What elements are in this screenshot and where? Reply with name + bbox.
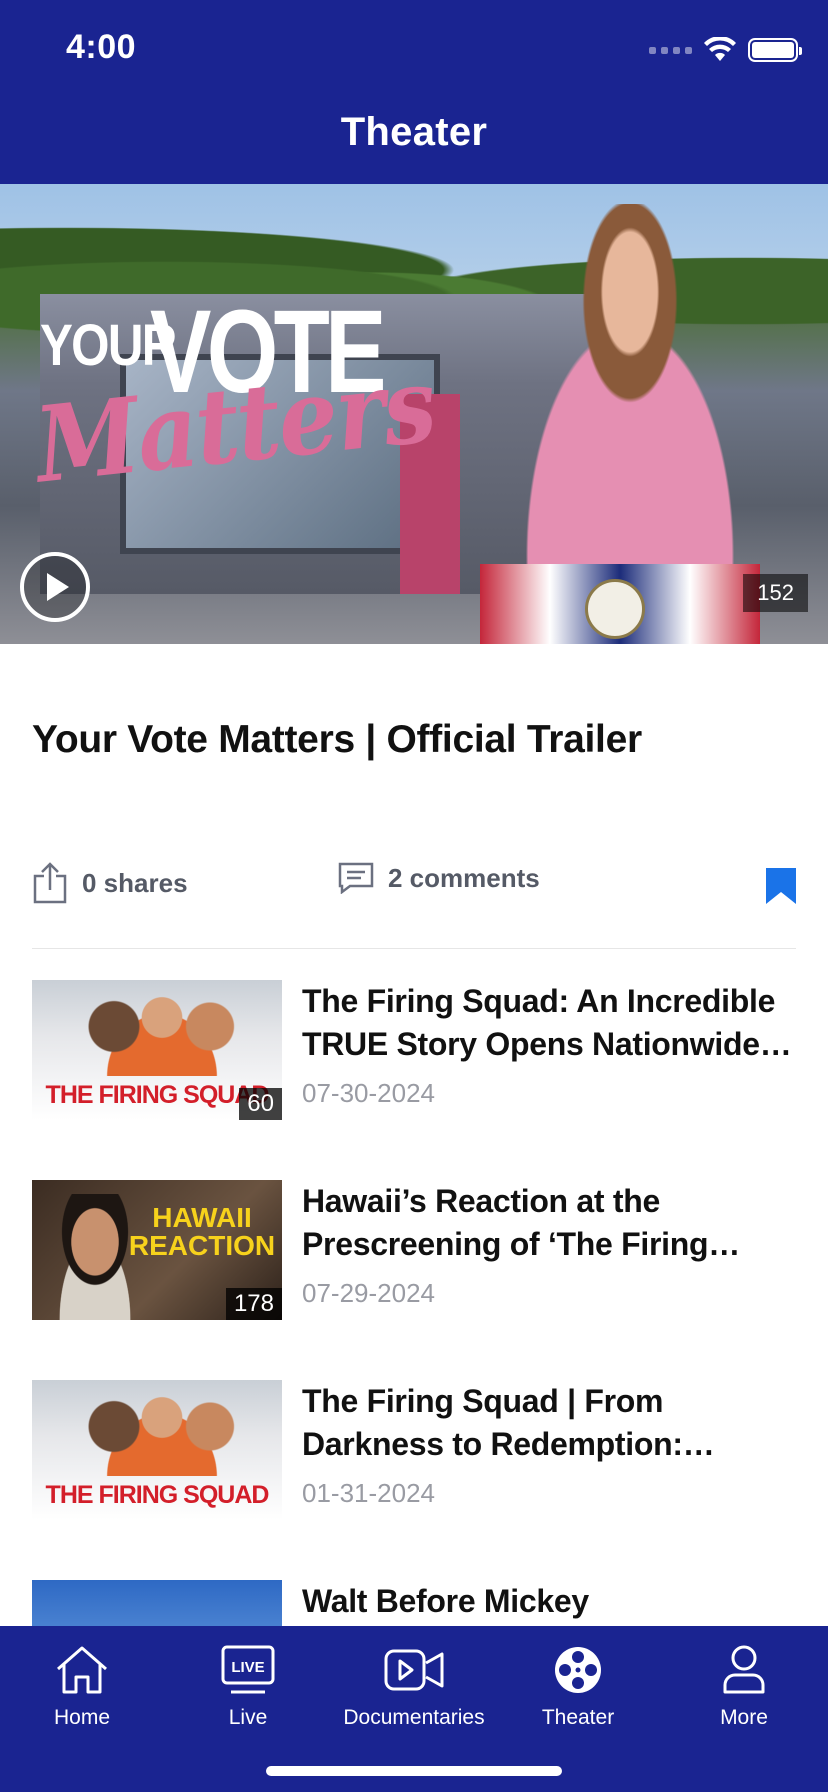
status-time: 4:00: [66, 28, 137, 66]
divider: [32, 948, 796, 949]
film-reel-icon: [555, 1647, 601, 1693]
list-item-thumbnail: THE FIRING SQUAD: [32, 1380, 282, 1520]
tab-more-label: More: [720, 1706, 768, 1729]
tab-documentaries-label: Documentaries: [343, 1706, 485, 1729]
thumbnail-title: HAWAII REACTION: [128, 1202, 276, 1261]
list-item[interactable]: THE FIRING SQUAD The Firing Squad | From…: [32, 1380, 796, 1520]
list-item-date: 07-29-2024: [302, 1278, 435, 1308]
thumbnail-title: THE FIRING SQUAD: [45, 1481, 270, 1509]
tab-home[interactable]: Home: [2, 1640, 162, 1730]
hero-video-thumbnail[interactable]: YOUR VOTE Matters 152: [0, 184, 828, 644]
tab-live-label: Live: [228, 1706, 268, 1729]
tab-documentaries[interactable]: Documentaries: [334, 1640, 494, 1730]
list-item-text: The Firing Squad: An Incredible TRUE Sto…: [302, 980, 796, 1109]
list-item-date: 07-30-2024: [302, 1078, 435, 1108]
hero-count-badge: 152: [743, 574, 808, 612]
list-item[interactable]: HAWAII REACTION 178 Hawaii’s Reaction at…: [32, 1180, 796, 1320]
shares-count: 0 shares: [82, 867, 188, 898]
thumbnail-people: [82, 986, 242, 1076]
tab-live[interactable]: LIVE Live: [168, 1640, 328, 1730]
tab-home-label: Home: [53, 1706, 111, 1729]
list-item-title: Hawaii’s Reaction at the Prescreening of…: [302, 1183, 709, 1262]
top-app-bar: 4:00 Theater: [0, 0, 828, 184]
tab-more[interactable]: More: [664, 1640, 824, 1730]
person-icon: [723, 1645, 765, 1694]
tab-theater-label: Theater: [541, 1706, 615, 1729]
thumbnail-count-badge: 60: [239, 1088, 282, 1120]
live-badge-text: LIVE: [231, 1659, 264, 1676]
video-title: Your Vote Matters | Official Trailer: [32, 718, 642, 761]
thumbnail-count-badge: 178: [225, 1288, 282, 1320]
comments-button[interactable]: 2 comments: [338, 862, 540, 894]
play-icon: [47, 573, 69, 601]
list-item-text: Walt Before Mickey: [302, 1580, 796, 1623]
share-icon: [33, 862, 67, 904]
video-camera-icon: [384, 1649, 444, 1691]
list-item-text: Hawaii’s Reaction at the Prescreening of…: [302, 1180, 796, 1309]
cellular-signal-icon: [649, 46, 692, 54]
status-icons: [649, 36, 802, 64]
battery-icon: [748, 38, 802, 62]
hero-seal: [585, 579, 645, 639]
home-icon: [57, 1646, 107, 1694]
share-button[interactable]: 0 shares: [32, 862, 188, 904]
bookmark-icon[interactable]: [766, 868, 796, 904]
list-item-thumbnail: THE FIRING SQUAD 60: [32, 980, 282, 1120]
list-item-text: The Firing Squad | From Darkness to Rede…: [302, 1380, 796, 1509]
list-item[interactable]: THE FIRING SQUAD 60 The Firing Squad: An…: [32, 980, 796, 1120]
list-item-title: The Firing Squad: An Incredible TRUE Sto…: [302, 983, 776, 1062]
comments-count: 2 comments: [388, 862, 540, 893]
page-title: Theater: [340, 110, 488, 154]
video-actions: 0 shares 2 comments: [32, 862, 796, 912]
list-item-date: 01-31-2024: [302, 1478, 435, 1508]
thumbnail-title: THE FIRING SQUAD: [45, 1081, 270, 1109]
thumbnail-people: [82, 1386, 242, 1476]
wifi-icon: [704, 37, 736, 61]
home-indicator[interactable]: [266, 1766, 562, 1776]
list-item-title: Walt Before Mickey: [302, 1583, 589, 1619]
tab-theater[interactable]: Theater: [498, 1640, 658, 1730]
comment-icon: [338, 862, 374, 894]
play-button[interactable]: [20, 552, 90, 622]
list-item-thumbnail: HAWAII REACTION 178: [32, 1180, 282, 1320]
live-icon: LIVE: [221, 1645, 275, 1694]
list-item-title: The Firing Squad | From Darkness to Rede…: [302, 1383, 683, 1462]
